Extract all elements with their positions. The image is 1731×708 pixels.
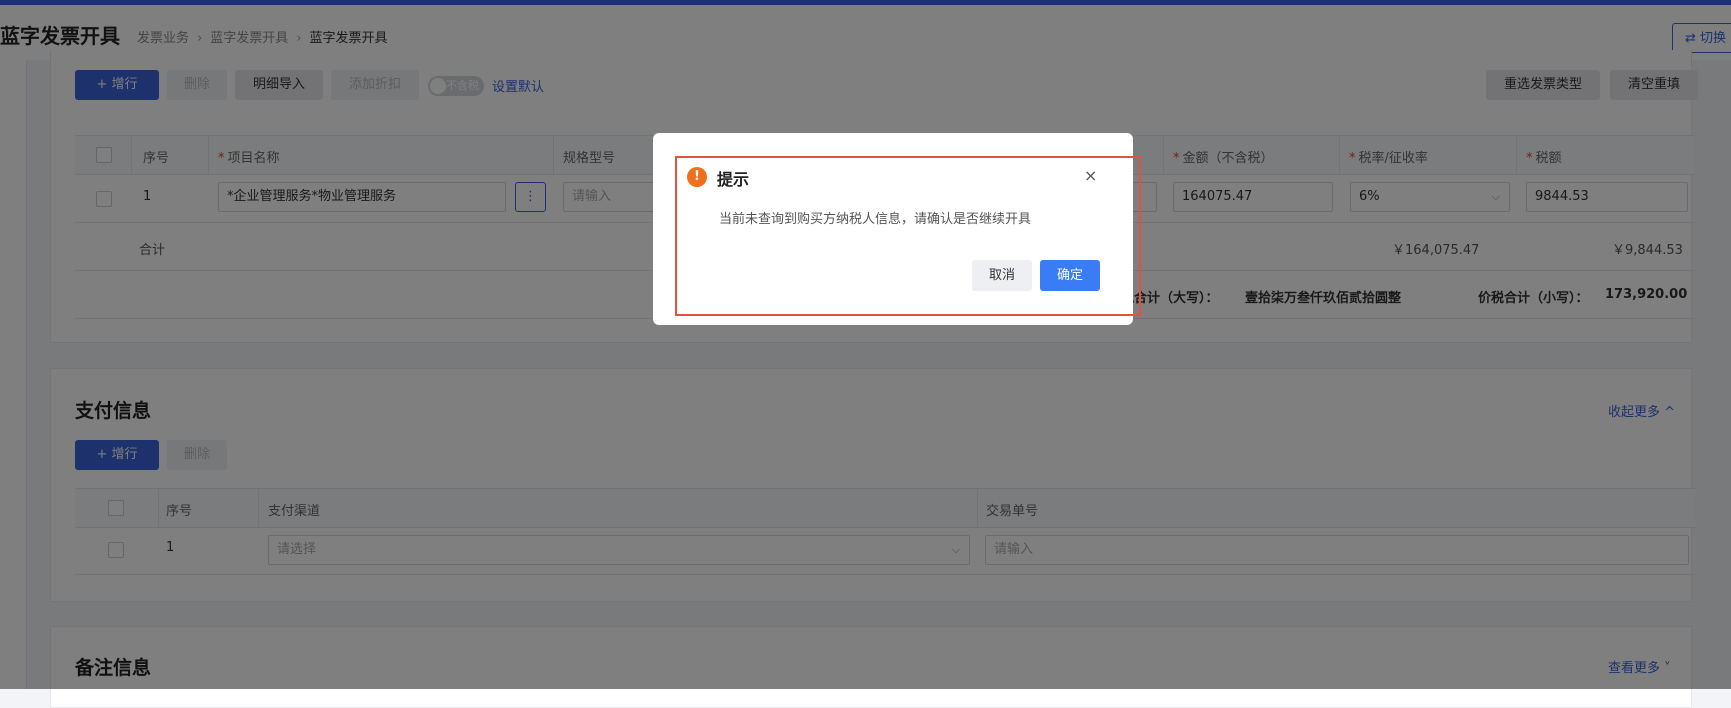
modal-overlay xyxy=(0,0,1731,689)
highlight-annotation-box xyxy=(675,156,1141,316)
